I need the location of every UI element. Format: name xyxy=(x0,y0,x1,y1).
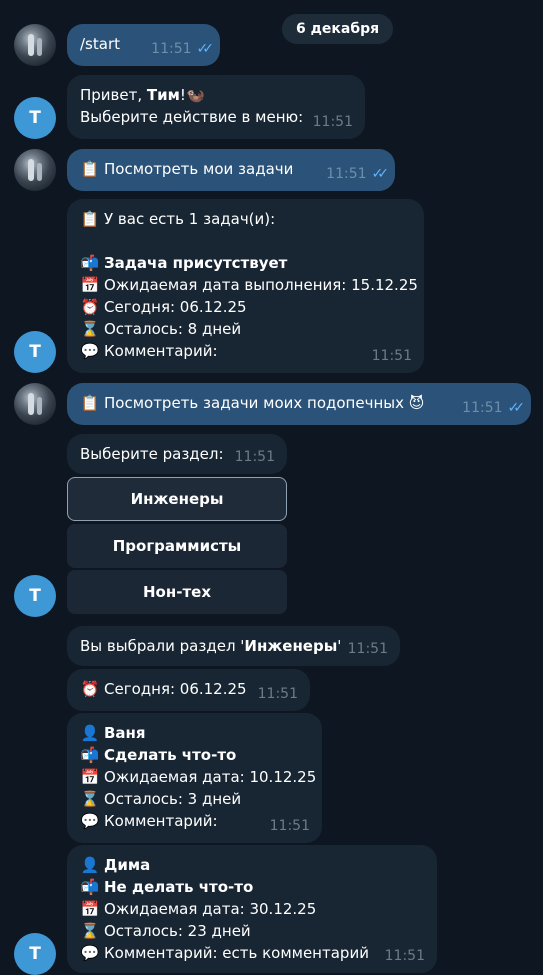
today-date: Сегодня: 06.12.25 xyxy=(104,680,247,698)
read-ticks-icon: ✓✓ xyxy=(371,166,390,182)
message-time: 11:51 xyxy=(269,818,310,834)
alarm-clock-icon: ⏰ xyxy=(80,298,100,316)
keyboard-button-engineers[interactable]: Инженеры xyxy=(67,477,287,521)
comment-text: Комментарий: есть комментарий xyxy=(104,944,369,962)
days-left: Осталось: 8 дней xyxy=(104,320,242,338)
mailbox-icon: 📬 xyxy=(80,746,100,764)
date-separator: 6 декабря xyxy=(282,14,394,44)
speech-bubble-icon: 💬 xyxy=(80,944,100,962)
message-text: Посмотреть задачи моих подопечных xyxy=(104,394,404,412)
incoming-message[interactable]: Вы выбрали раздел 'Инженеры' 11:51 xyxy=(67,626,400,666)
message-time: 11:51 ✓✓ xyxy=(151,41,215,57)
task-title: Не делать что-то xyxy=(104,878,254,896)
hourglass-icon: ⌛ xyxy=(80,320,100,338)
speech-bubble-icon: 💬 xyxy=(80,812,100,830)
bot-avatar[interactable]: Т xyxy=(14,933,56,975)
mailbox-icon: 📬 xyxy=(80,878,100,896)
speech-bubble-icon: 💬 xyxy=(80,342,100,360)
keyboard-button-non-tech[interactable]: Нон-тех xyxy=(67,570,287,614)
person-name: Дима xyxy=(104,856,151,874)
incoming-message[interactable]: Привет, Тим!🦦 Выберите действие в меню: … xyxy=(67,75,365,139)
calendar-icon: 📅 xyxy=(80,276,100,294)
person-name: Ваня xyxy=(104,724,146,742)
outgoing-message[interactable]: 📋 Посмотреть мои задачи 11:51 ✓✓ xyxy=(67,149,395,191)
due-date: Ожидаемая дата: 30.12.25 xyxy=(104,900,317,918)
outgoing-message[interactable]: /start 11:51 ✓✓ xyxy=(67,24,220,66)
chat-history: 6 декабря /start 11:51 ✓✓ Т Привет, Тим!🦦… xyxy=(0,0,543,975)
user-avatar[interactable] xyxy=(14,24,56,66)
incoming-message[interactable]: 👤 Ваня 📬 Сделать что-то 📅 Ожидаемая дата: 1… xyxy=(67,713,322,843)
hourglass-icon: ⌛ xyxy=(80,790,100,808)
message-text: Выберите действие в меню: xyxy=(80,108,304,126)
hourglass-icon: ⌛ xyxy=(80,922,100,940)
bot-avatar[interactable]: Т xyxy=(14,97,56,139)
smiling-devil-icon: 😈 xyxy=(408,394,425,412)
otter-icon: 🦦 xyxy=(185,86,205,104)
task-title: Сделать что-то xyxy=(104,746,237,764)
message-time: 11:51 xyxy=(257,686,298,702)
message-time: 11:51 ✓✓ xyxy=(462,400,526,416)
message-text: Посмотреть мои задачи xyxy=(104,160,294,178)
bot-avatar[interactable]: Т xyxy=(14,575,56,617)
message-time: 11:51 xyxy=(371,348,412,364)
incoming-message[interactable]: Выберите раздел: 11:51 xyxy=(67,434,287,474)
message-time: 11:51 xyxy=(312,114,353,130)
clipboard-icon: 📋 xyxy=(80,394,100,412)
selected-section: Инженеры xyxy=(244,637,338,655)
days-left: Осталось: 23 дней xyxy=(104,922,251,940)
read-ticks-icon: ✓✓ xyxy=(196,41,215,57)
days-left: Осталось: 3 дней xyxy=(104,790,242,808)
today-date: Сегодня: 06.12.25 xyxy=(104,298,247,316)
user-avatar[interactable] xyxy=(14,383,56,425)
clipboard-icon: 📋 xyxy=(80,210,100,228)
calendar-icon: 📅 xyxy=(80,900,100,918)
task-title: Задача присутствует xyxy=(104,254,288,272)
clipboard-icon: 📋 xyxy=(80,160,100,178)
alarm-clock-icon: ⏰ xyxy=(80,680,100,698)
message-time: 11:51 ✓✓ xyxy=(326,166,390,182)
bot-avatar[interactable]: Т xyxy=(14,331,56,373)
message-time: 11:51 xyxy=(234,449,275,465)
keyboard-button-programmers[interactable]: Программисты xyxy=(67,524,287,568)
read-ticks-icon: ✓✓ xyxy=(507,400,526,416)
greeting-line: Привет, Тим!🦦 xyxy=(80,86,205,104)
calendar-icon: 📅 xyxy=(80,768,100,786)
person-icon: 👤 xyxy=(80,856,100,874)
incoming-message[interactable]: ⏰ Сегодня: 06.12.25 11:51 xyxy=(67,669,310,711)
user-avatar[interactable] xyxy=(14,149,56,191)
comment-text: Комментарий: xyxy=(104,342,218,360)
mailbox-icon: 📬 xyxy=(80,254,100,272)
outgoing-message[interactable]: 📋 Посмотреть задачи моих подопечных 😈 11:… xyxy=(67,383,531,425)
comment-text: Комментарий: xyxy=(104,812,218,830)
incoming-message[interactable]: 👤 Дима 📬 Не делать что-то 📅 Ожидаемая дата:… xyxy=(67,845,437,973)
message-time: 11:51 xyxy=(347,641,388,657)
message-time: 11:51 xyxy=(384,948,425,964)
due-date: Ожидаемая дата: 10.12.25 xyxy=(104,768,317,786)
person-icon: 👤 xyxy=(80,724,100,742)
task-count-text: У вас есть 1 задач(и): xyxy=(104,210,276,228)
due-date: Ожидаемая дата выполнения: 15.12.25 xyxy=(104,276,418,294)
incoming-message[interactable]: 📋 У вас есть 1 задач(и): 📬 Задача присутст… xyxy=(67,199,424,373)
